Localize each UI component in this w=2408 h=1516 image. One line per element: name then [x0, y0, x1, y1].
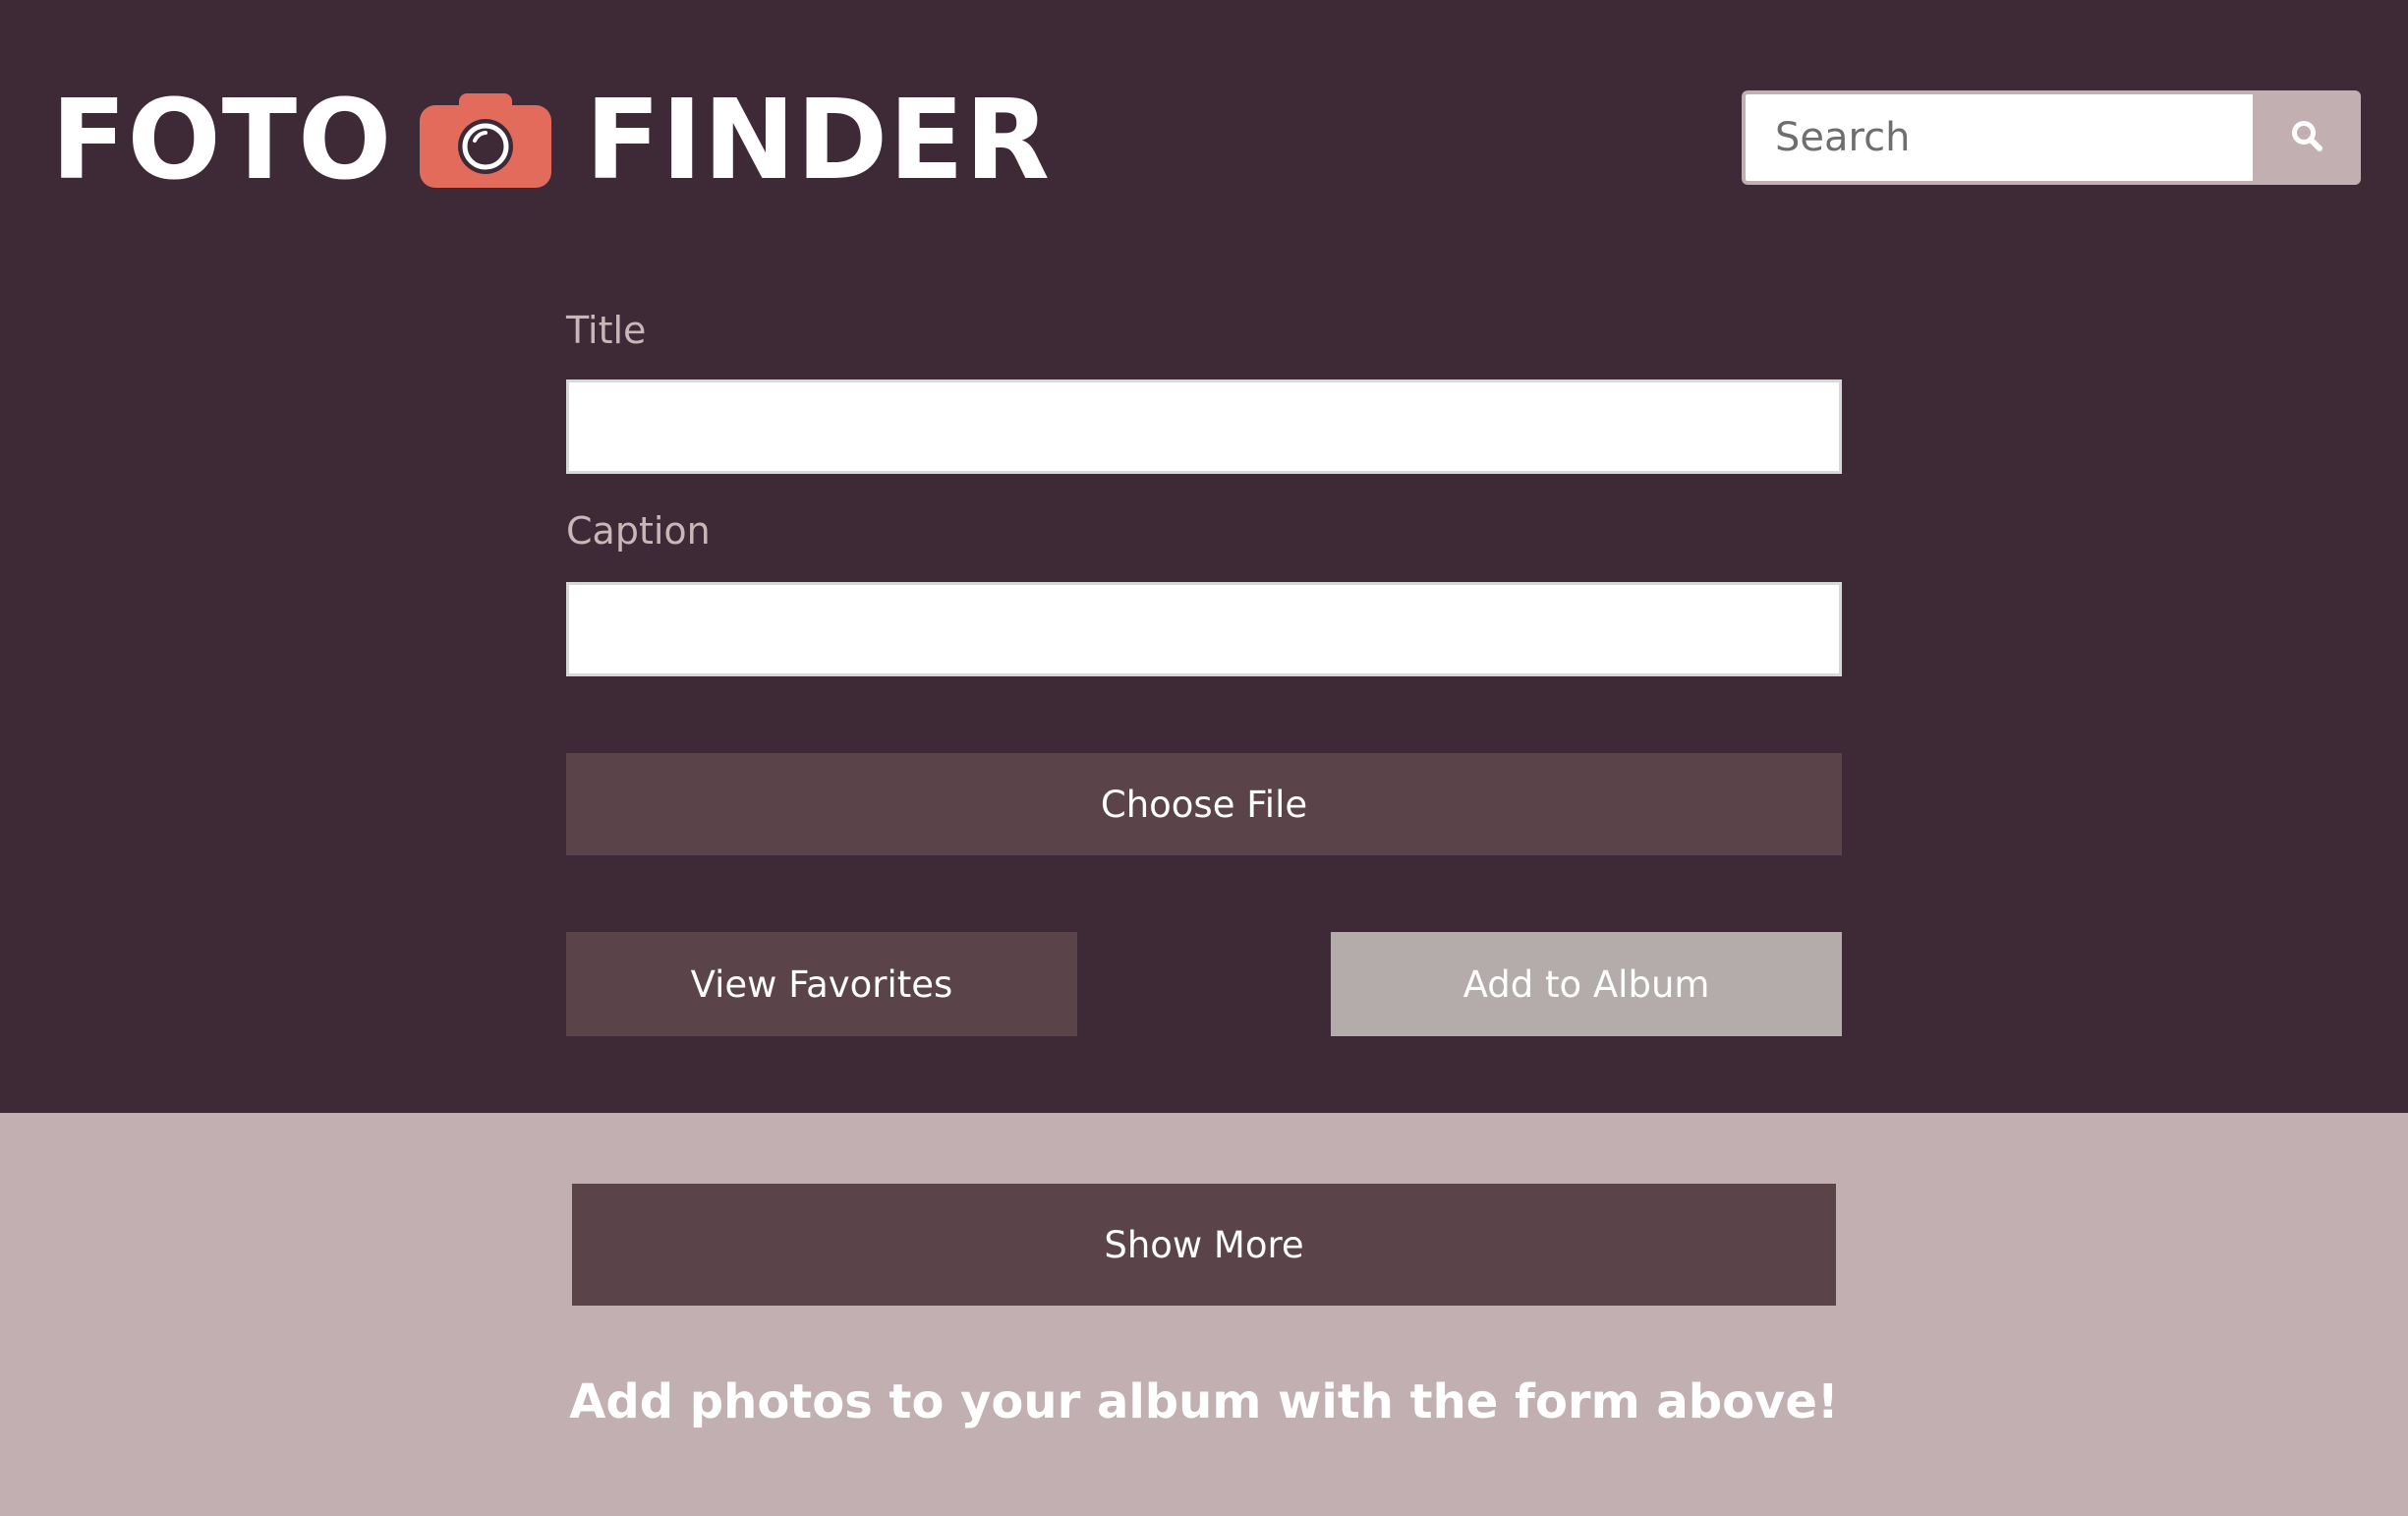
choose-file-button[interactable]: Choose File: [566, 753, 1842, 855]
caption-input[interactable]: [566, 582, 1842, 676]
title-label: Title: [566, 309, 647, 352]
search-input[interactable]: [1742, 90, 2253, 185]
camera-icon: [420, 93, 552, 188]
title-input[interactable]: [566, 379, 1842, 474]
album-section: [0, 1113, 2408, 1516]
search-button[interactable]: [2253, 90, 2361, 185]
show-more-button[interactable]: Show More: [572, 1184, 1836, 1306]
app-logo: FOTO FINDER: [51, 77, 1051, 204]
search-icon: [2290, 119, 2323, 156]
header-form-section: FOTO FINDER Title Caption Choose: [0, 0, 2408, 1113]
caption-label: Caption: [566, 509, 711, 553]
search-bar: [1742, 90, 2361, 185]
logo-text-finder: FINDER: [585, 77, 1051, 204]
view-favorites-button[interactable]: View Favorites: [566, 932, 1077, 1036]
logo-text-foto: FOTO: [51, 77, 393, 204]
empty-album-message: Add photos to your album with the form a…: [569, 1374, 1839, 1429]
add-to-album-button[interactable]: Add to Album: [1331, 932, 1842, 1036]
